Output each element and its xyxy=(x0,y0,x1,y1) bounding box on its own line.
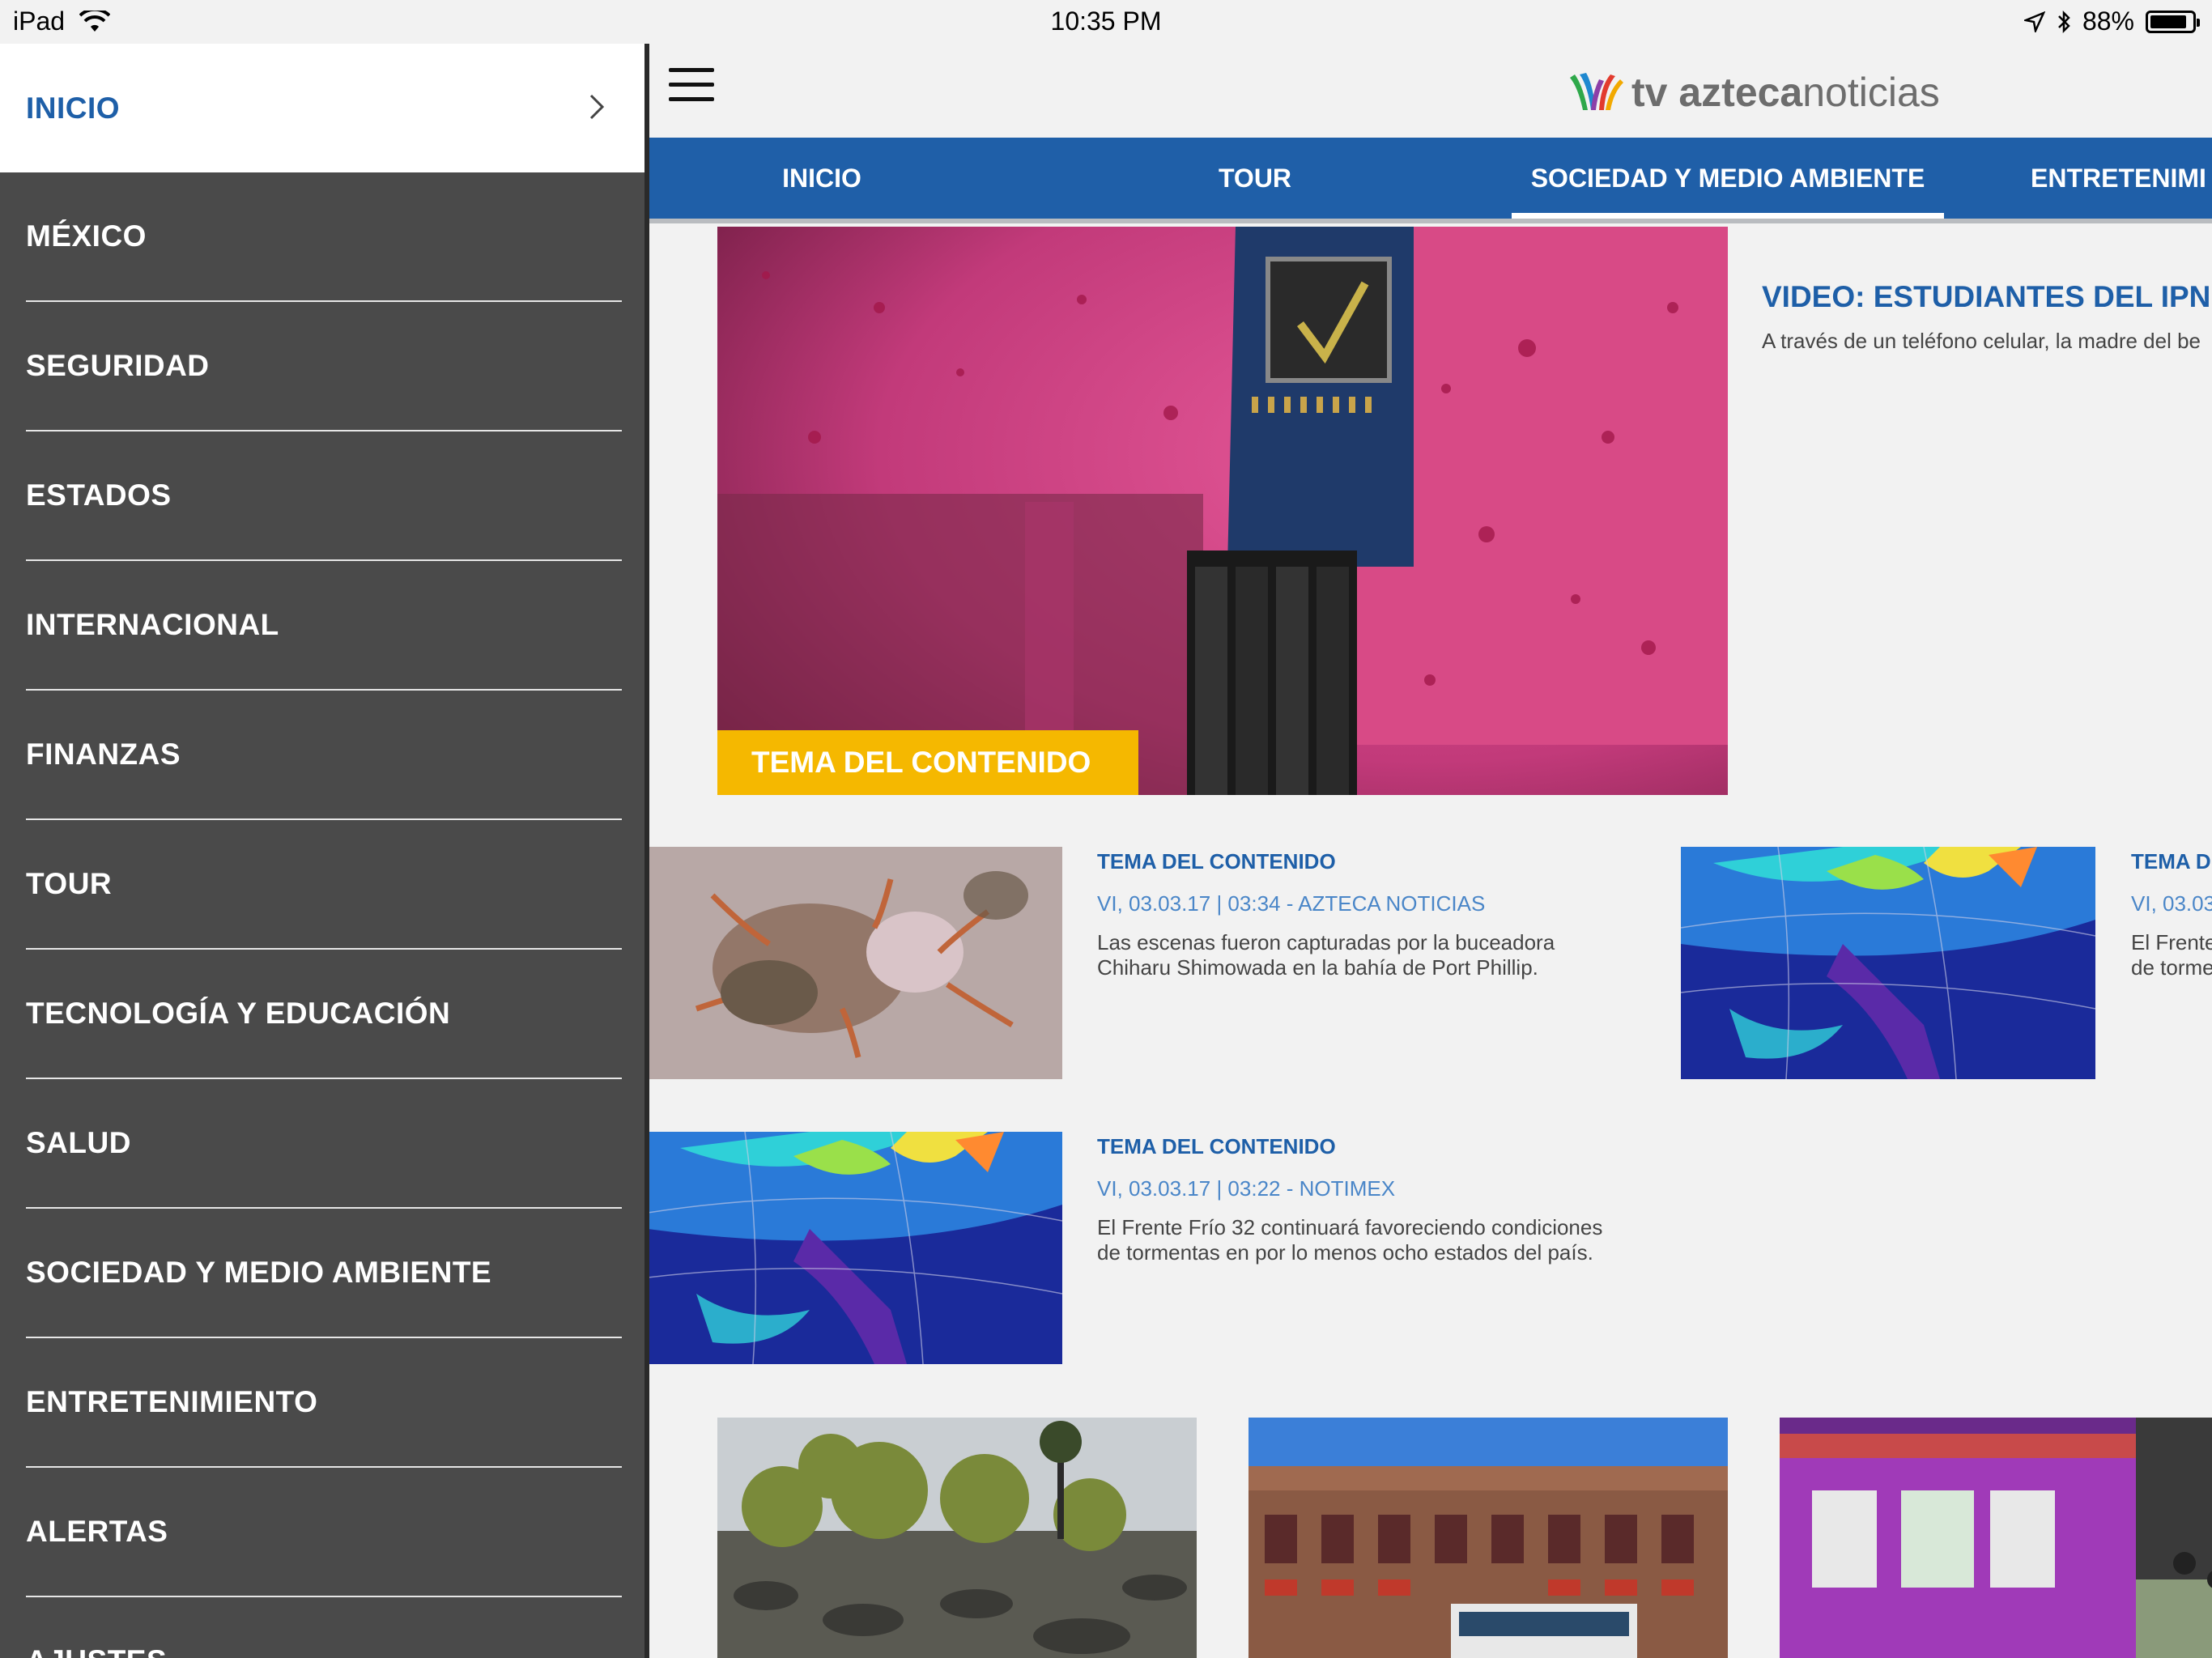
drawer-item-mexico[interactable]: MÉXICO xyxy=(26,172,622,302)
tab-tour[interactable]: TOUR xyxy=(1125,138,1385,219)
article-thumbnail-satellite[interactable] xyxy=(648,1132,1062,1364)
article-description: El Frente Frío 32 continuará favoreciend… xyxy=(1097,1215,1602,1265)
bluetooth-icon xyxy=(2057,10,2071,34)
drawer-edge xyxy=(644,44,649,1658)
tab-entretenimiento[interactable]: ENTRETENIMI xyxy=(2031,138,2212,219)
article-topic-tag[interactable]: TEMA DEL CONTENIDO xyxy=(1097,1134,1336,1159)
drawer-item-label: FINANZAS xyxy=(26,738,181,771)
article-topic-tag[interactable]: TEMA D xyxy=(2131,849,2211,874)
drawer-item-seguridad[interactable]: SEGURIDAD xyxy=(26,302,622,432)
article-meta: VI, 03.03.17 | 03:34 - AZTECA NOTICIAS xyxy=(1097,891,1486,916)
hero-headline[interactable]: VIDEO: ESTUDIANTES DEL IPN xyxy=(1762,280,2210,314)
drawer-item-ajustes[interactable]: AJUSTES xyxy=(26,1597,622,1658)
article-desc-line: de tormentas en por lo menos ocho estado… xyxy=(1097,1240,1593,1265)
drawer-item-label: MÉXICO xyxy=(26,219,147,253)
status-right: 88% xyxy=(2023,6,2200,36)
article-thumbnail-satellite[interactable] xyxy=(1681,847,2095,1079)
drawer-item-label: INTERNACIONAL xyxy=(26,608,279,641)
drawer-item-label: TOUR xyxy=(26,867,113,900)
article-description: Las escenas fueron capturadas por la buc… xyxy=(1097,930,1555,980)
tab-label: ENTRETENIMI xyxy=(2031,163,2206,193)
location-arrow-icon xyxy=(2023,11,2045,32)
logo-text: tv aztecanoticias xyxy=(1631,68,1940,117)
tv-azteca-logo-icon xyxy=(1570,73,1623,110)
article-desc-line: Las escenas fueron capturadas por la buc… xyxy=(1097,930,1555,954)
article-meta: VI, 03.03 xyxy=(2131,891,2212,916)
drawer-item-estados[interactable]: ESTADOS xyxy=(26,432,622,561)
tab-inicio[interactable]: INICIO xyxy=(692,138,951,219)
article-thumbnail-crabs[interactable] xyxy=(648,847,1062,1079)
status-time: 10:35 PM xyxy=(1050,6,1162,36)
top-bar: tv aztecanoticias xyxy=(648,44,2212,138)
article-thumbnail-palace[interactable] xyxy=(1249,1418,1728,1658)
logo-word-noticias: noticias xyxy=(1802,70,1940,115)
drawer-item-internacional[interactable]: INTERNACIONAL xyxy=(26,561,622,691)
hero-image[interactable] xyxy=(717,227,1728,795)
side-drawer: INICIO MÉXICO SEGURIDAD ESTADOS INTERNAC… xyxy=(0,44,648,1658)
battery-percent: 88% xyxy=(2082,6,2134,36)
article-desc-line: Chiharu Shimowada en la bahía de Port Ph… xyxy=(1097,955,1538,980)
main-content: tv aztecanoticias INICIO TOUR SOCIEDAD Y… xyxy=(648,44,2212,1658)
drawer-item-entretenimiento[interactable]: ENTRETENIMIENTO xyxy=(26,1338,622,1468)
article-desc-line: El Frente xyxy=(2131,930,2212,954)
tab-label: TOUR xyxy=(1218,163,1292,193)
drawer-item-finanzas[interactable]: FINANZAS xyxy=(26,691,622,820)
tab-label: SOCIEDAD Y MEDIO AMBIENTE xyxy=(1530,163,1925,193)
drawer-item-label: SOCIEDAD Y MEDIO AMBIENTE xyxy=(26,1256,492,1289)
logo-word-azteca: azteca xyxy=(1678,70,1803,115)
hero-topic-tag[interactable]: TEMA DEL CONTENIDO xyxy=(717,730,1138,795)
drawer-item-label: TECNOLOGÍA Y EDUCACIÓN xyxy=(26,997,451,1030)
chevron-right-icon xyxy=(589,94,605,120)
article-description: El Frente de torme xyxy=(2131,930,2212,980)
battery-icon xyxy=(2146,10,2200,33)
drawer-item-label: SALUD xyxy=(26,1126,131,1159)
drawer-item-inicio[interactable]: INICIO xyxy=(0,44,648,172)
status-bar: iPad 10:35 PM 88% xyxy=(0,0,2212,44)
hero-description: A través de un teléfono celular, la madr… xyxy=(1762,329,2201,353)
app-logo: tv aztecanoticias xyxy=(1567,68,1940,117)
logo-word-tv: tv xyxy=(1631,70,1679,115)
article-desc-line: El Frente Frío 32 continuará favoreciend… xyxy=(1097,1215,1603,1239)
article-meta: VI, 03.03.17 | 03:22 - NOTIMEX xyxy=(1097,1176,1396,1201)
drawer-item-alertas[interactable]: ALERTAS xyxy=(26,1468,622,1597)
drawer-item-tour[interactable]: TOUR xyxy=(26,820,622,950)
menu-icon[interactable] xyxy=(669,68,714,104)
drawer-item-label: AJUSTES xyxy=(26,1644,167,1658)
drawer-item-label: ESTADOS xyxy=(26,478,172,512)
drawer-item-sociedad[interactable]: SOCIEDAD Y MEDIO AMBIENTE xyxy=(26,1209,622,1338)
drawer-item-tecnologia[interactable]: TECNOLOGÍA Y EDUCACIÓN xyxy=(26,950,622,1079)
article-thumbnail-forest[interactable] xyxy=(717,1418,1197,1658)
category-tabs: INICIO TOUR SOCIEDAD Y MEDIO AMBIENTE EN… xyxy=(648,138,2212,223)
article-thumbnail-metro[interactable] xyxy=(1780,1418,2212,1658)
drawer-item-salud[interactable]: SALUD xyxy=(26,1079,622,1209)
tab-label: INICIO xyxy=(782,163,861,193)
drawer-item-label: INICIO xyxy=(26,91,121,125)
drawer-item-label: ENTRETENIMIENTO xyxy=(26,1385,318,1418)
article-topic-tag[interactable]: TEMA DEL CONTENIDO xyxy=(1097,849,1336,874)
article-desc-line: de torme xyxy=(2131,955,2212,980)
tab-sociedad[interactable]: SOCIEDAD Y MEDIO AMBIENTE xyxy=(1512,138,1944,219)
drawer-item-label: ALERTAS xyxy=(26,1515,168,1548)
drawer-item-label: SEGURIDAD xyxy=(26,349,210,382)
